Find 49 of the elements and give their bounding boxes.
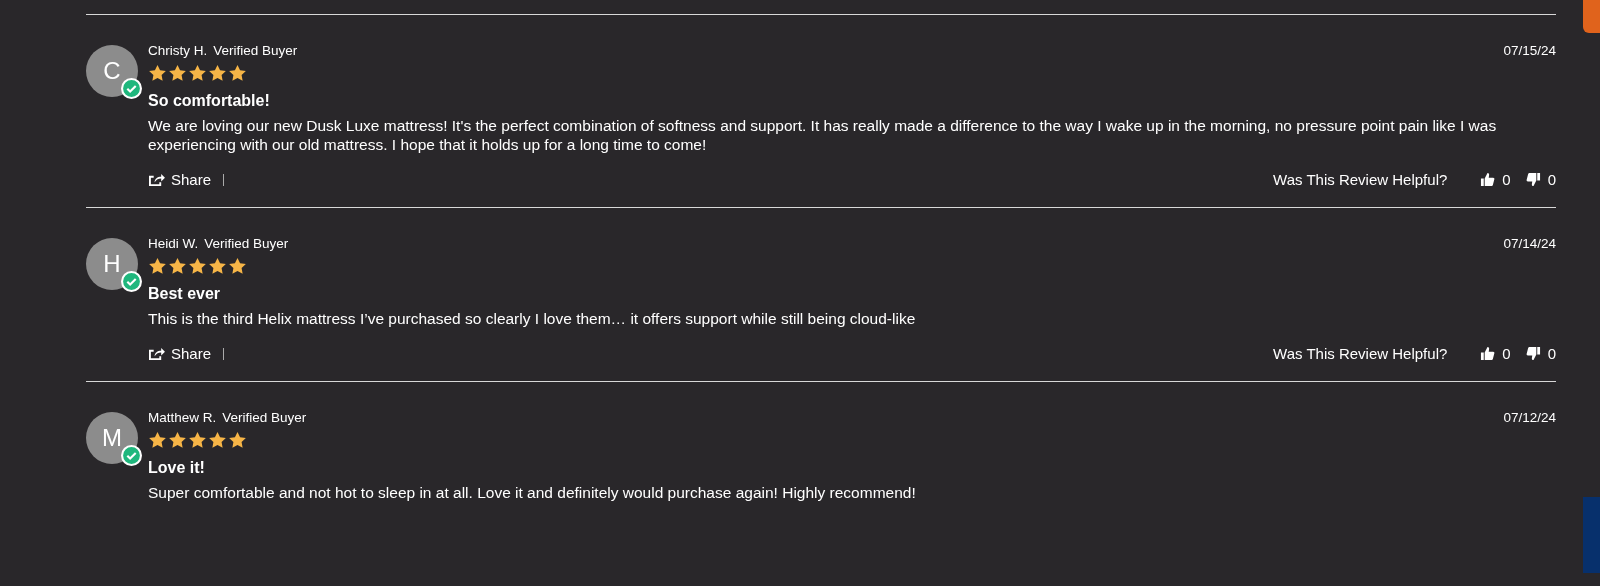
star-icon: [228, 257, 247, 276]
avatar: H: [86, 238, 138, 290]
thumbs-down-icon: [1524, 346, 1542, 361]
star-icon: [168, 431, 187, 450]
avatar: C: [86, 45, 138, 97]
star-icon: [208, 64, 227, 83]
side-tab[interactable]: [1583, 497, 1600, 573]
star-icon: [208, 257, 227, 276]
star-icon: [208, 431, 227, 450]
helpful-question: Was This Review Helpful?: [1273, 171, 1448, 188]
thumbs-up-icon: [1479, 346, 1497, 361]
verified-label: Verified Buyer: [204, 236, 289, 251]
star-icon: [228, 64, 247, 83]
thumbs-up-button[interactable]: 0: [1479, 171, 1511, 188]
star-icon: [148, 257, 167, 276]
star-icon: [188, 257, 207, 276]
star-icon: [188, 64, 207, 83]
review-date: 07/12/24: [1503, 410, 1556, 425]
verified-label: Verified Buyer: [222, 410, 307, 425]
side-tab[interactable]: [1583, 0, 1600, 33]
share-icon: [148, 172, 165, 187]
verified-label: Verified Buyer: [213, 43, 298, 58]
review-title: Best ever: [148, 285, 222, 303]
review-date: 07/14/24: [1503, 236, 1556, 251]
review-text: Super comfortable and not hot to sleep in at all. Love it and definitely would purchase again! Highly recommend!: [148, 483, 917, 502]
reviewer-name: Christy H.: [148, 43, 208, 58]
avatar: M: [86, 412, 138, 464]
review-title: So comfortable!: [148, 92, 271, 110]
star-icon: [148, 64, 167, 83]
share-icon: [148, 346, 165, 361]
star-icon: [188, 431, 207, 450]
thumbs-down-button[interactable]: 0: [1524, 171, 1556, 188]
thumbs-down-button[interactable]: 0: [1524, 345, 1556, 362]
review-title: Love it!: [148, 459, 206, 477]
thumbs-up-button[interactable]: 0: [1479, 345, 1511, 362]
star-icon: [148, 431, 167, 450]
review-date: 07/15/24: [1503, 43, 1556, 58]
review-text: This is the third Helix mattress I’ve purchased so clearly I love them… it offers support while still being cloud-like: [148, 309, 917, 328]
reviewer-name: Heidi W.: [148, 236, 199, 251]
helpful-question: Was This Review Helpful?: [1273, 345, 1448, 362]
star-icon: [168, 257, 187, 276]
review-text: We are loving our new Dusk Luxe mattress! It's the perfect combination of softness and support. It has really made a difference to the way I wake up in the morning, no pressure point pain like I was experiencing with our old mattress. I hope that it holds up for a long time to come!: [148, 116, 1498, 154]
share-button[interactable]: Share: [148, 345, 212, 362]
star-icon: [228, 431, 247, 450]
thumbs-down-icon: [1524, 172, 1542, 187]
thumbs-up-icon: [1479, 172, 1497, 187]
share-button[interactable]: Share: [148, 171, 212, 188]
reviewer-name: Matthew R.: [148, 410, 217, 425]
star-icon: [168, 64, 187, 83]
